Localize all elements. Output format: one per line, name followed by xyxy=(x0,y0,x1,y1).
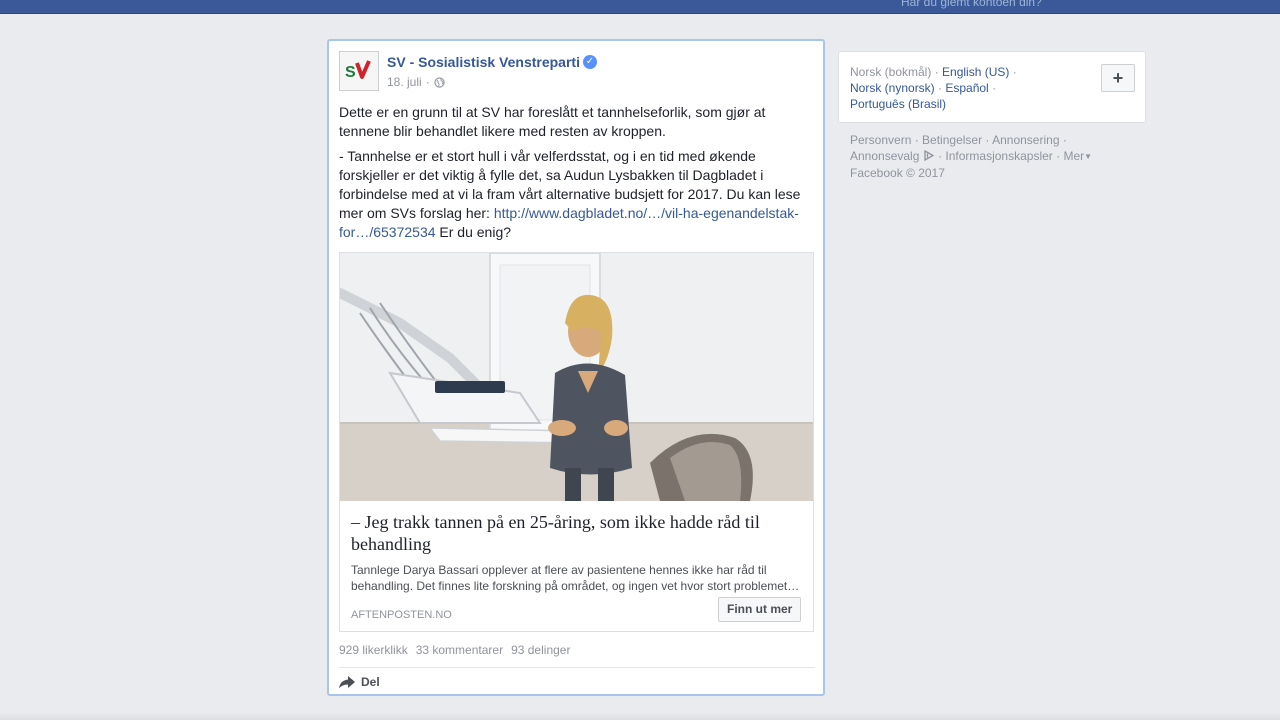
post-paragraph: - Tannhelse er et stort hull i vår velfe… xyxy=(339,147,815,242)
bottom-edge xyxy=(0,712,1280,720)
language-option[interactable]: Norsk (nynorsk) xyxy=(850,81,935,95)
page-avatar[interactable]: S xyxy=(339,51,379,91)
language-option[interactable]: Português (Brasil) xyxy=(850,97,946,111)
footer-link[interactable]: Annonsering xyxy=(992,133,1059,147)
language-option[interactable]: Español xyxy=(945,81,988,95)
top-navigation-bar: Har du glemt kontoen din? xyxy=(0,0,1280,14)
dentist-photo xyxy=(340,253,813,501)
footer-link[interactable]: Betingelser xyxy=(922,133,982,147)
globe-icon[interactable] xyxy=(434,76,445,88)
share-arrow-icon xyxy=(339,675,355,688)
post-stats: 929 likerklikk 33 kommentarer 93 delinge… xyxy=(339,643,570,657)
language-list: Norsk (bokmål) · English (US) · Norsk (n… xyxy=(850,65,1017,111)
footer-link[interactable]: Personvern xyxy=(850,133,911,147)
meta-separator: · xyxy=(425,75,430,89)
link-title[interactable]: – Jeg trakk tannen på en 25-åring, som i… xyxy=(351,511,801,555)
current-language: Norsk (bokmål) xyxy=(850,65,932,79)
footer-links: Personvern · Betingelser · Annonsering ·… xyxy=(850,133,1093,180)
comments-count[interactable]: 33 kommentarer xyxy=(416,643,503,657)
adchoices-icon[interactable] xyxy=(923,150,935,161)
footer-link[interactable]: Informasjonskapsler xyxy=(945,149,1052,163)
footer-more-link[interactable]: Mer▼ xyxy=(1063,149,1092,163)
link-preview-image[interactable] xyxy=(340,253,813,501)
language-option[interactable]: English (US) xyxy=(942,65,1009,79)
likes-count[interactable]: 929 likerklikk xyxy=(339,643,408,657)
language-selector-box: Norsk (bokmål) · English (US) · Norsk (n… xyxy=(838,51,1146,123)
link-description: Tannlege Darya Bassari opplever at flere… xyxy=(351,563,800,593)
footer-link[interactable]: Annonsevalg xyxy=(850,149,919,163)
post-paragraph: Dette er en grunn til at SV har foreslåt… xyxy=(339,104,766,139)
post-message: Dette er en grunn til at SV har foreslåt… xyxy=(339,103,815,248)
verified-check-icon: ✓ xyxy=(583,55,597,69)
caret-down-icon: ▼ xyxy=(1084,152,1093,161)
copyright: Facebook © 2017 xyxy=(850,166,945,180)
post-paragraph-tail: Er du enig? xyxy=(435,224,512,240)
learn-more-button[interactable]: Finn ut mer xyxy=(718,597,802,622)
link-preview-body: – Jeg trakk tannen på en 25-åring, som i… xyxy=(351,511,801,594)
more-label: Mer xyxy=(1063,149,1085,163)
feed-post: S SV - Sosialistisk Venstreparti ✓ 18. j… xyxy=(327,39,825,696)
svg-text:S: S xyxy=(345,64,356,81)
link-preview-card[interactable]: – Jeg trakk tannen på en 25-åring, som i… xyxy=(339,252,814,632)
share-button[interactable]: Del xyxy=(339,675,380,689)
page-name-link[interactable]: SV - Sosialistisk Venstreparti xyxy=(387,54,580,70)
link-source: AFTENPOSTEN.NO xyxy=(351,609,452,621)
add-language-button[interactable]: + xyxy=(1101,64,1135,92)
forgot-account-link[interactable]: Har du glemt kontoen din? xyxy=(901,0,1042,9)
shares-count[interactable]: 93 delinger xyxy=(511,643,570,657)
divider xyxy=(339,667,815,668)
post-header: S SV - Sosialistisk Venstreparti ✓ 18. j… xyxy=(339,51,809,93)
post-meta: 18. juli · xyxy=(387,75,445,89)
post-date-link[interactable]: 18. juli xyxy=(387,75,422,89)
sv-logo-icon: S xyxy=(340,52,378,90)
share-label: Del xyxy=(361,675,380,689)
